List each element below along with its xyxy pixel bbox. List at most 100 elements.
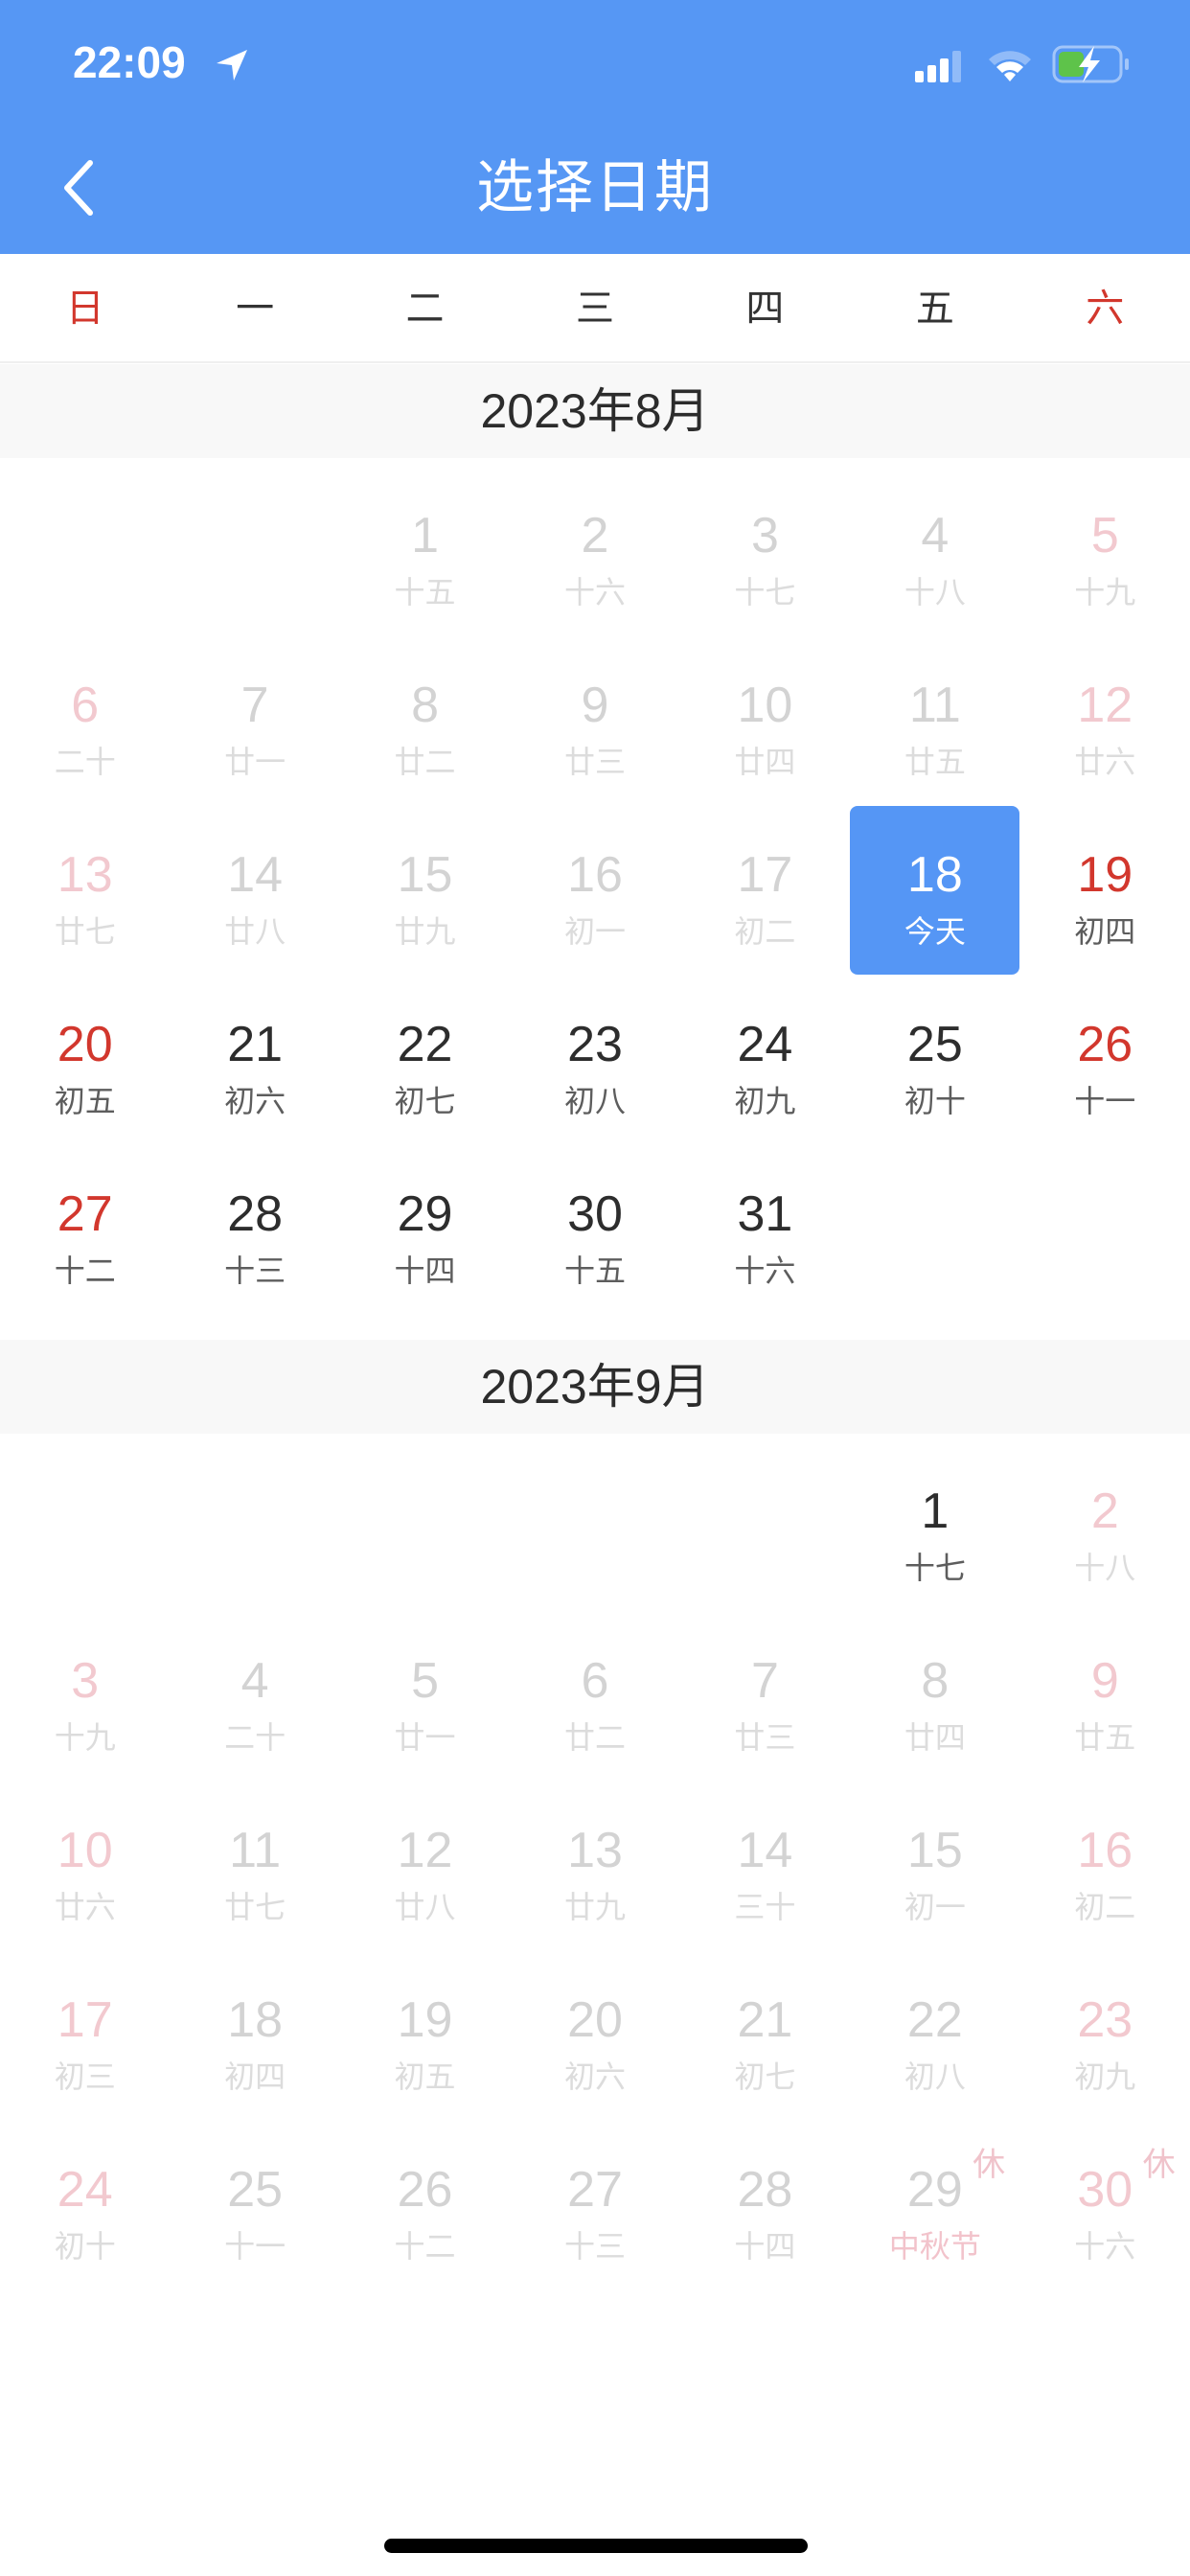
day-cell: 12 廿六 (1020, 636, 1190, 806)
day-cell: 18 初四 (170, 1951, 339, 2121)
day-cell: 8 廿二 (340, 636, 510, 806)
weekday-label: 五 (915, 288, 954, 330)
day-number: 22 (906, 1992, 963, 2048)
day-number: 11 (908, 678, 961, 733)
location-arrow-icon (217, 50, 247, 80)
lunar-date: 廿八 (224, 914, 286, 949)
day-cell: 17 初二 (680, 806, 850, 976)
lunar-date: 十二 (54, 1254, 116, 1288)
header-bar: 22:09 选择日期 (0, 0, 1190, 254)
day-cell[interactable]: 26 十一 (1020, 976, 1190, 1145)
day-number: 18 (906, 847, 963, 903)
weekday-label: 二 (405, 288, 445, 330)
day-cell: 2 十六 (510, 467, 679, 636)
day-number: 28 (737, 2162, 793, 2218)
lunar-date: 十九 (1074, 575, 1136, 610)
day-cell: 27 十三 (510, 2121, 679, 2290)
lunar-date: 初十 (904, 1084, 966, 1118)
weekday-label: 六 (1086, 288, 1125, 330)
day-cell[interactable]: 19 初四 (1020, 806, 1190, 976)
lunar-date: 初二 (1074, 1890, 1136, 1924)
day-number: 5 (411, 1653, 440, 1709)
day-number: 3 (71, 1653, 100, 1709)
day-number: 10 (57, 1823, 113, 1878)
day-number: 26 (1077, 1017, 1133, 1072)
day-cell: 14 三十 (680, 1782, 850, 1951)
lunar-date: 十六 (563, 575, 626, 610)
day-number: 8 (411, 678, 440, 733)
lunar-date: 十八 (1074, 1551, 1136, 1585)
day-number: 10 (737, 678, 793, 733)
day-cell: 28 十四 (680, 2121, 850, 2290)
page-title: 选择日期 (476, 155, 714, 219)
day-cell[interactable]: 22 初七 (340, 976, 510, 1145)
day-cell: 19 初五 (340, 1951, 510, 2121)
lunar-date: 廿六 (1074, 745, 1136, 779)
day-cell: 6 二十 (0, 636, 170, 806)
month-header: 2023年9月 (0, 1340, 1190, 1434)
day-cell: 4 十八 (850, 467, 1019, 636)
day-cell: 16 初一 (510, 806, 679, 976)
day-cell[interactable]: 20 初五 (0, 976, 170, 1145)
day-cell[interactable]: 23 初八 (510, 976, 679, 1145)
day-cell: 24 初十 (0, 2121, 170, 2290)
day-number: 29 (397, 1186, 453, 1242)
day-number: 4 (240, 1653, 269, 1709)
day-cell[interactable]: 25 初十 (850, 976, 1019, 1145)
day-number: 13 (57, 847, 113, 903)
day-number: 11 (229, 1823, 282, 1878)
day-number: 31 (737, 1186, 793, 1242)
home-indicator[interactable] (384, 2539, 808, 2553)
day-cell[interactable]: 24 初九 (680, 976, 850, 1145)
day-cell-today[interactable]: 18 今天 (850, 806, 1020, 976)
day-cell: 9 廿五 (1020, 1612, 1190, 1782)
lunar-date: 十八 (904, 575, 966, 610)
cellular-signal-icon (915, 51, 961, 82)
day-cell[interactable]: 31 十六 (680, 1145, 850, 1315)
day-cell: 15 廿九 (340, 806, 510, 976)
day-number: 6 (71, 678, 100, 733)
day-number: 12 (1077, 678, 1133, 733)
day-number: 4 (921, 508, 950, 564)
day-cell[interactable]: 21 初六 (170, 976, 339, 1145)
day-number: 15 (906, 1823, 963, 1878)
day-number: 24 (737, 1017, 793, 1072)
lunar-date: 初四 (1074, 914, 1136, 949)
day-number: 20 (57, 1017, 113, 1072)
month-header: 2023年8月 (0, 364, 1190, 458)
day-cell: 11 廿五 (850, 636, 1019, 806)
lunar-date: 初一 (563, 914, 626, 949)
day-cell: 12 廿八 (340, 1782, 510, 1951)
lunar-date: 十五 (563, 1254, 626, 1288)
lunar-date: 初五 (54, 1084, 116, 1118)
day-cell: 16 初二 (1020, 1782, 1190, 1951)
day-cell: 26 十二 (340, 2121, 510, 2290)
lunar-date: 初九 (1074, 2059, 1136, 2094)
day-cell[interactable]: 28 十三 (170, 1145, 339, 1315)
day-number: 19 (1077, 847, 1133, 903)
day-cell[interactable]: 27 十二 (0, 1145, 170, 1315)
day-cell: 5 十九 (1020, 467, 1190, 636)
rest-day-badge: 休 (973, 2147, 1006, 2183)
lunar-date: 初八 (904, 2059, 966, 2094)
day-cell: 6 廿二 (510, 1612, 679, 1782)
lunar-date: 廿三 (563, 745, 626, 779)
wifi-icon (989, 51, 1031, 81)
lunar-date: 初六 (224, 1084, 286, 1118)
day-cell[interactable]: 29 十四 (340, 1145, 510, 1315)
lunar-date: 初二 (734, 914, 796, 949)
lunar-date: 十九 (54, 1720, 116, 1755)
lunar-date: 廿二 (563, 1720, 626, 1755)
holiday-label: 中秋节 (888, 2229, 981, 2264)
day-cell: 3 十七 (680, 467, 850, 636)
lunar-date: 廿五 (904, 745, 966, 779)
lunar-date: 十三 (563, 2229, 626, 2264)
day-cell: 10 廿六 (0, 1782, 170, 1951)
day-cell[interactable]: 30 十五 (510, 1145, 679, 1315)
day-number: 16 (1077, 1823, 1133, 1878)
day-cell[interactable]: 1 十七 (850, 1442, 1019, 1612)
lunar-date: 初六 (563, 2059, 626, 2094)
day-number: 1 (411, 508, 440, 564)
day-number: 7 (750, 1653, 779, 1709)
day-cell: 1 十五 (340, 467, 510, 636)
